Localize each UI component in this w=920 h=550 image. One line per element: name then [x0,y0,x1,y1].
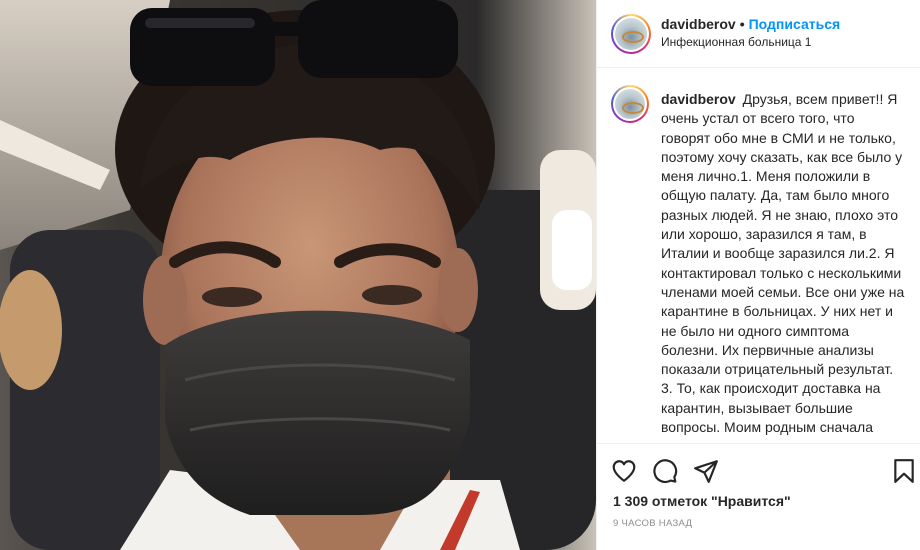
location-link[interactable]: Инфекционная больница 1 [661,35,811,49]
caption: davidberov Друзья, всем привет!! Я очень… [661,90,907,443]
avatar-image [615,89,645,119]
avatar-image [615,18,647,50]
avatar[interactable] [611,14,651,54]
selfie-image [0,0,596,550]
separator-dot: • [739,16,745,32]
post-timestamp[interactable]: 9 часов назад [613,518,692,529]
caption-username-link[interactable]: davidberov [661,91,736,107]
post-photo[interactable] [0,0,596,550]
header-user-line: davidberov • Подписаться [661,16,840,32]
username-link[interactable]: davidberov [661,16,736,32]
caption-text: Друзья, всем привет!! Я очень устал от в… [661,91,905,443]
comment-icon[interactable] [652,458,678,484]
likes-count[interactable]: 1 309 отметок "Нравится" [613,493,791,509]
share-icon[interactable] [693,458,719,484]
post-header: davidberov • Подписаться Инфекционная боль… [597,0,920,68]
post-details-panel: davidberov • Подписаться Инфекционная боль… [596,0,920,550]
bookmark-icon[interactable] [891,458,917,484]
comments-area[interactable]: davidberov Друзья, всем привет!! Я очень… [597,69,920,443]
action-bar [597,443,920,499]
follow-button[interactable]: Подписаться [749,16,841,32]
caption-avatar[interactable] [611,85,649,123]
heart-icon[interactable] [611,458,637,484]
